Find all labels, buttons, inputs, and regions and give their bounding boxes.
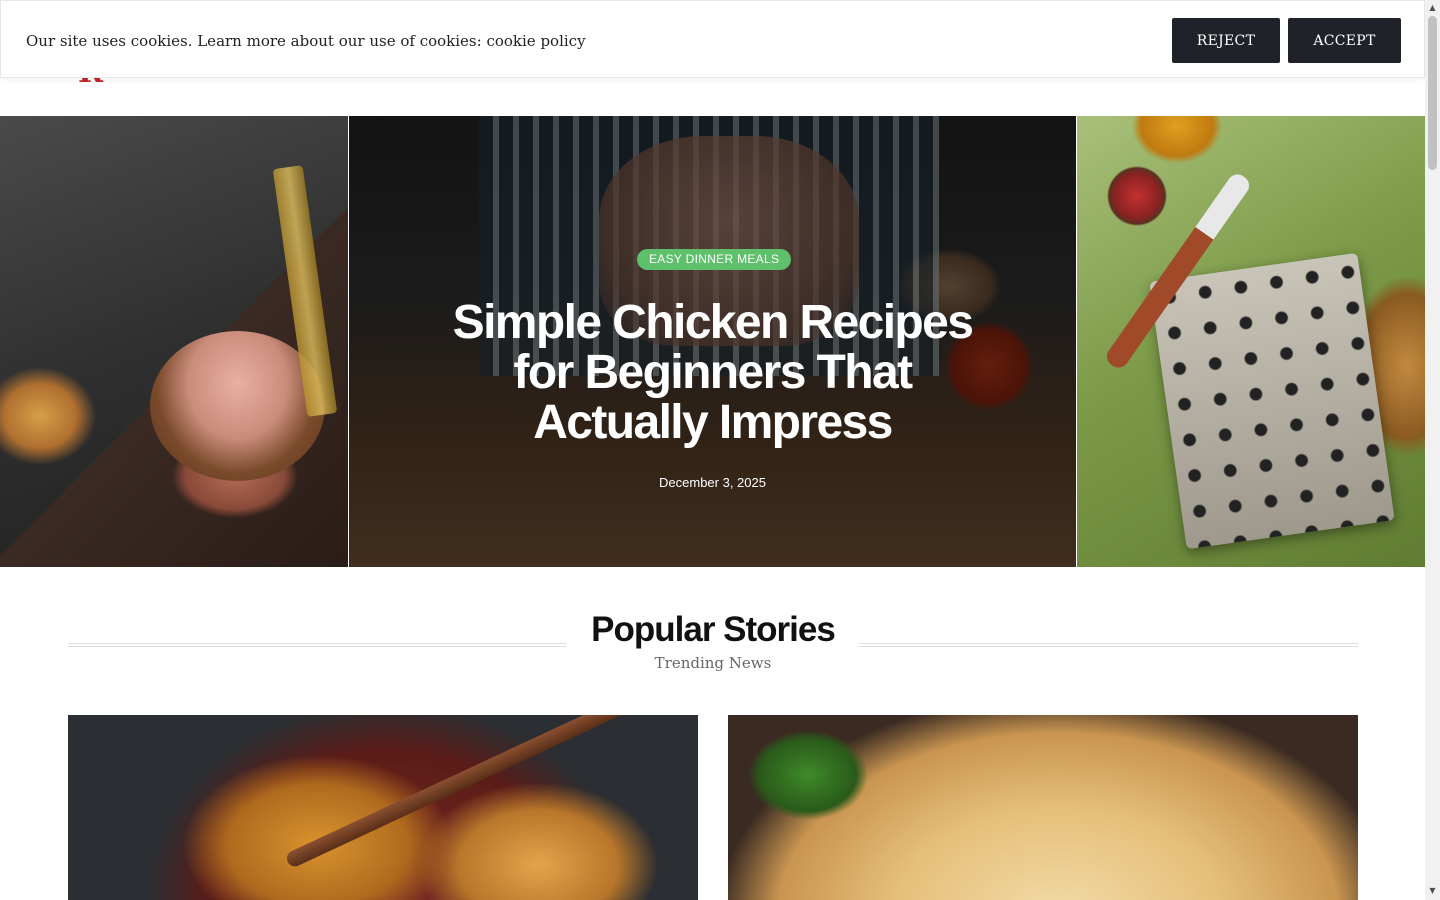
hero-slide-previous[interactable] xyxy=(0,116,348,567)
hero-date: December 3, 2025 xyxy=(659,475,766,490)
section-subtitle: Trending News xyxy=(654,654,772,672)
page-scrollbar[interactable]: ▲ ▼ xyxy=(1425,0,1440,900)
story-card-image[interactable] xyxy=(68,715,698,900)
scroll-down-icon[interactable]: ▼ xyxy=(1428,886,1437,896)
scroll-thumb[interactable] xyxy=(1428,16,1437,170)
cookie-message-text: Our site uses cookies. Learn more about … xyxy=(26,32,482,50)
cookie-policy-link[interactable]: cookie policy xyxy=(486,32,585,50)
cinnamon-stick-image xyxy=(284,715,672,870)
section-title: Popular Stories xyxy=(591,610,836,649)
hero-slide-next[interactable] xyxy=(1077,116,1425,567)
reject-button[interactable]: REJECT xyxy=(1172,18,1280,63)
category-badge[interactable]: EASY DINNER MEALS xyxy=(637,249,792,270)
grater-image xyxy=(1149,252,1395,550)
hero-content: EASY DINNER MEALS Simple Chicken Recipes… xyxy=(349,116,1076,567)
accept-button[interactable]: ACCEPT xyxy=(1288,18,1401,63)
hero-title[interactable]: Simple Chicken Recipes for Beginners Tha… xyxy=(429,298,996,448)
cookie-message: Our site uses cookies. Learn more about … xyxy=(26,31,586,51)
scroll-up-icon[interactable]: ▲ xyxy=(1428,3,1437,13)
story-card-image[interactable] xyxy=(728,715,1358,900)
popular-stories-header: Popular Stories Trending News xyxy=(68,608,1358,678)
cookie-consent-bar: Our site uses cookies. Learn more about … xyxy=(0,0,1425,78)
hero-slider: EASY DINNER MEALS Simple Chicken Recipes… xyxy=(0,116,1425,567)
